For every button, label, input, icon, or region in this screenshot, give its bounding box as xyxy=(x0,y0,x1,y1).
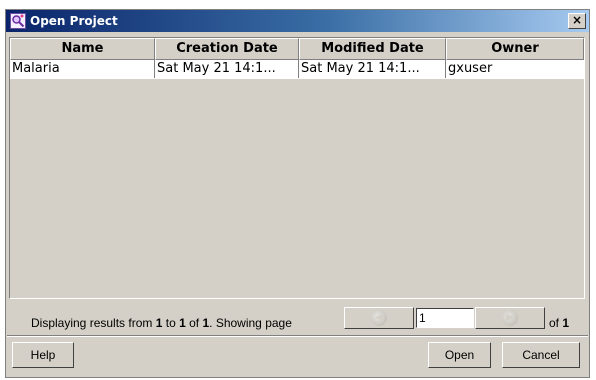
footer-divider xyxy=(7,335,588,337)
open-project-dialog: Open Project × Name Creation Date Modifi… xyxy=(5,9,590,378)
column-header-name[interactable]: Name xyxy=(10,38,155,60)
cell-creation-date: Sat May 21 14:1... xyxy=(155,60,299,78)
open-project-icon xyxy=(10,13,26,29)
pager-of-word: of xyxy=(185,316,203,330)
cell-name: Malaria xyxy=(10,60,155,78)
next-page-icon: ▶ xyxy=(502,310,518,326)
help-button[interactable]: Help xyxy=(12,342,74,368)
previous-page-icon: ◀ xyxy=(371,310,387,326)
column-header-owner[interactable]: Owner xyxy=(446,38,584,60)
cell-modified-date: Sat May 21 14:1... xyxy=(299,60,446,78)
close-icon: × xyxy=(571,13,583,27)
open-button[interactable]: Open xyxy=(428,342,491,368)
close-button[interactable]: × xyxy=(568,13,586,29)
table-row[interactable]: Malaria Sat May 21 14:1... Sat May 21 14… xyxy=(10,60,584,79)
of-pages-word: of xyxy=(549,316,563,330)
cell-owner: gxuser xyxy=(448,61,493,76)
previous-page-button[interactable]: ◀ xyxy=(344,307,414,329)
pager-to: 1 xyxy=(179,316,186,330)
title-bar[interactable]: Open Project × xyxy=(6,10,589,32)
page-number-input[interactable] xyxy=(416,308,474,328)
total-pages-value: 1 xyxy=(562,316,570,330)
pager-status: Displaying results from 1 to 1 of 1. Sho… xyxy=(31,316,292,330)
table-header: Name Creation Date Modified Date Owner xyxy=(10,38,584,60)
projects-table: Name Creation Date Modified Date Owner M… xyxy=(9,37,585,299)
pager-suffix: . Showing page xyxy=(209,316,292,330)
total-pages-label: of 1 xyxy=(549,316,569,330)
dialog-title: Open Project xyxy=(30,14,118,28)
next-page-button[interactable]: ▶ xyxy=(475,307,545,329)
cancel-button[interactable]: Cancel xyxy=(502,342,580,368)
pager-to-word: to xyxy=(162,316,180,330)
column-header-modified-date[interactable]: Modified Date xyxy=(299,38,446,60)
column-header-creation-date[interactable]: Creation Date xyxy=(155,38,299,60)
pager-prefix: Displaying results from xyxy=(31,316,156,330)
